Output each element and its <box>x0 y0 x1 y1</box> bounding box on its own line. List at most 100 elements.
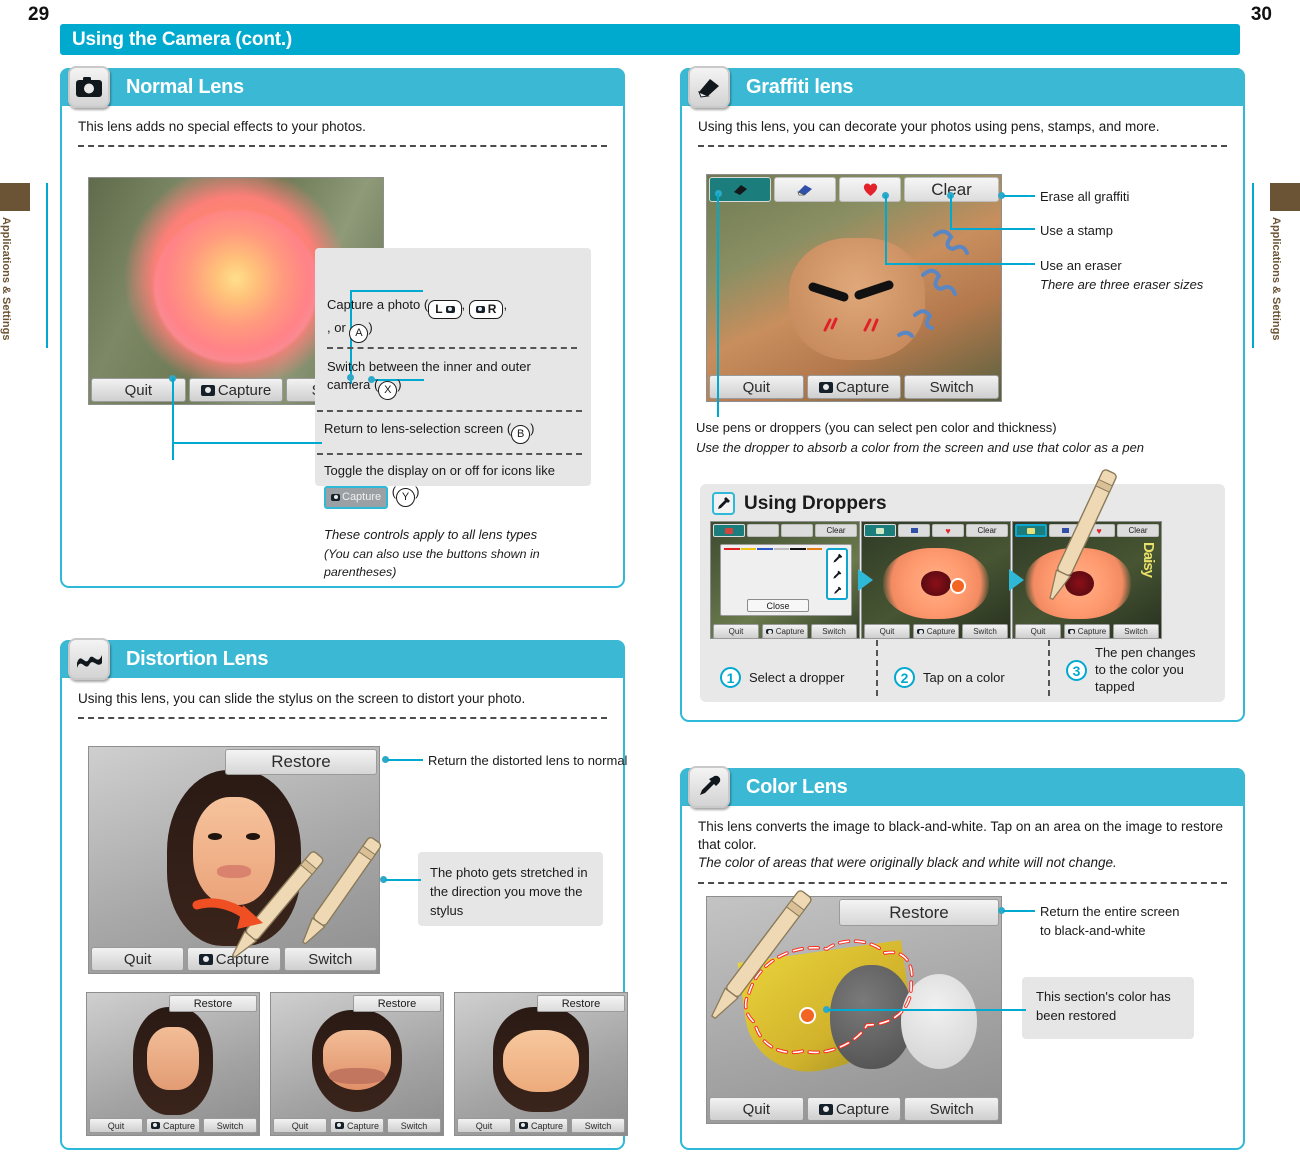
leader-line <box>950 195 952 230</box>
palette-swatch[interactable] <box>724 548 740 550</box>
camera-icon <box>445 305 455 313</box>
distortion-lens-body: Using this lens, you can slide the stylu… <box>62 678 623 733</box>
color-lens-card: Color Lens This lens converts the image … <box>680 766 1245 1150</box>
palette-swatch[interactable] <box>773 548 789 550</box>
palette-swatch[interactable] <box>740 548 756 550</box>
clear-button[interactable]: Clear <box>815 524 857 537</box>
quit-button[interactable]: Quit <box>457 1118 511 1133</box>
quit-label: Quit <box>124 381 153 399</box>
pen-note-line-1: Use pens or droppers (you can select pen… <box>696 420 1057 435</box>
dropper-icon <box>833 570 842 579</box>
palette-swatch[interactable] <box>790 548 806 550</box>
capture-button[interactable]: Capture <box>188 378 284 402</box>
switch-button[interactable]: Switch <box>1113 624 1159 639</box>
eraser-tool-button[interactable] <box>898 524 930 537</box>
quit-button[interactable]: Quit <box>91 947 185 971</box>
quit-button[interactable]: Quit <box>273 1118 327 1133</box>
capture-button[interactable]: Capture <box>146 1118 200 1133</box>
camera-icon <box>916 629 924 635</box>
switch-button[interactable]: Switch <box>962 624 1008 639</box>
capture-button[interactable]: Capture <box>806 1097 902 1121</box>
distortion-lens-header: Distortion Lens <box>60 638 625 680</box>
note-line-1: These controls apply to all lens types <box>324 527 538 542</box>
quit-button[interactable]: Quit <box>1015 624 1061 639</box>
face-shape <box>147 1027 199 1090</box>
close-button[interactable]: Close <box>747 599 809 612</box>
callout-stretch: The photo gets stretched in the directio… <box>430 865 588 918</box>
side-tab-label: Applications & Settings <box>0 217 12 341</box>
dropper-step-1-screen: Clear Close Quit Capture Switch <box>710 521 860 639</box>
color-lens-lede-2: The color of areas that were originally … <box>698 855 1117 871</box>
capture-button[interactable]: Capture <box>514 1118 568 1133</box>
palette-swatch[interactable] <box>757 548 773 550</box>
quit-button[interactable]: Quit <box>864 624 910 639</box>
flower-center <box>921 570 951 597</box>
restore-button[interactable]: Restore <box>169 995 257 1012</box>
switch-button[interactable]: Switch <box>811 624 857 639</box>
camera-icon <box>765 629 773 635</box>
step-divider <box>876 640 878 696</box>
pen-note-line-2: Use the dropper to absorb a color from t… <box>696 439 1145 455</box>
callout-pens-droppers: Use pens or droppers (you can select pen… <box>696 418 1226 457</box>
side-tab-right: Applications & Settings <box>1270 183 1300 348</box>
side-rule-right <box>1252 183 1254 348</box>
page-number-left: 29 <box>28 4 50 25</box>
eraser-tool-button[interactable] <box>747 524 779 537</box>
callout-section-restored: This section's color has been restored <box>1036 988 1194 1026</box>
palette-swatch[interactable] <box>806 548 822 550</box>
quit-button[interactable]: Quit <box>713 624 759 639</box>
close-label: Close <box>766 600 790 611</box>
camera-icon <box>818 381 833 393</box>
palette-grid <box>724 548 822 552</box>
normal-lens-body: This lens adds no special effects to you… <box>62 106 623 161</box>
switch-button[interactable]: Switch <box>387 1118 441 1133</box>
restore-button[interactable]: Restore <box>839 899 999 926</box>
graffiti-lens-title: Graffiti lens <box>746 75 854 98</box>
dropper-tool-button[interactable] <box>864 524 896 537</box>
stylus-icon <box>1049 469 1117 601</box>
quit-button[interactable]: Quit <box>709 375 804 399</box>
stamp-tool-button[interactable] <box>781 524 813 537</box>
callout-text: Toggle the display on or off for icons l… <box>324 463 556 478</box>
normal-lens-title: Normal Lens <box>126 75 244 98</box>
restore-button[interactable]: Restore <box>353 995 441 1012</box>
switch-button[interactable]: Switch <box>904 1097 1000 1121</box>
quit-button[interactable]: Quit <box>89 1118 143 1133</box>
capture-button[interactable]: Capture <box>330 1118 384 1133</box>
camera-icon <box>198 953 213 965</box>
callout-restore-bw: Return the entire screen to black-and-wh… <box>1040 903 1230 941</box>
camera-icon <box>1067 629 1075 635</box>
dropper-column[interactable] <box>826 548 848 600</box>
leader-line <box>950 228 1035 230</box>
dropper-icon <box>833 586 841 594</box>
pen-tool-button[interactable] <box>713 524 745 537</box>
step-text: The pen changes to the color you tapped <box>1095 645 1196 695</box>
eraser-swatch <box>910 528 918 533</box>
restore-button[interactable]: Restore <box>537 995 625 1012</box>
capture-button[interactable]: Capture <box>913 624 959 639</box>
switch-button[interactable]: Switch <box>571 1118 625 1133</box>
stamp-tool-button[interactable]: ♥ <box>932 524 964 537</box>
using-droppers-panel: Using Droppers Clear Close Quit Capture … <box>700 469 1225 702</box>
graffiti-lens-card: Graffiti lens Using this lens, you can d… <box>680 66 1245 722</box>
capture-button[interactable]: Capture <box>806 375 902 399</box>
clear-button[interactable]: Clear <box>966 524 1008 537</box>
dropper-icon <box>832 553 842 563</box>
capture-label: Capture <box>217 381 272 399</box>
button-a: A <box>349 324 369 344</box>
distortion-lens-lede: Using this lens, you can slide the stylu… <box>78 691 526 706</box>
droppers-panel-title: Using Droppers <box>744 492 887 514</box>
droppers-panel-header: Using Droppers <box>700 484 1225 521</box>
thumb-button-bar: Quit Capture Switch <box>455 1118 627 1135</box>
restore-button[interactable]: Restore <box>225 749 377 775</box>
tap-marker <box>950 578 966 594</box>
capture-button[interactable]: Capture <box>1064 624 1110 639</box>
step-number: 1 <box>720 667 741 688</box>
thumb-button-bar: Quit Capture Switch <box>87 1118 259 1135</box>
button-y: Y <box>396 488 416 508</box>
capture-button[interactable]: Capture <box>762 624 808 639</box>
switch-button[interactable]: Switch <box>904 375 1000 399</box>
switch-button[interactable]: Switch <box>203 1118 257 1133</box>
graffiti-lens-screen: Clear Quit Capture Switch <box>706 174 1002 402</box>
quit-button[interactable]: Quit <box>709 1097 804 1121</box>
